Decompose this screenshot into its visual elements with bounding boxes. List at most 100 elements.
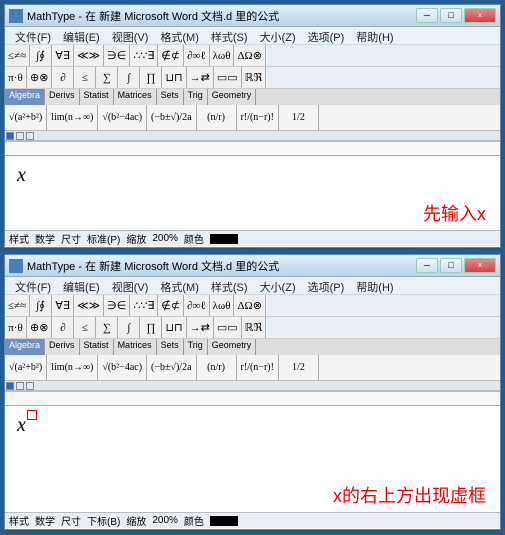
menu-format[interactable]: 格式(M) (154, 277, 205, 294)
sym-greek-u[interactable]: ΔΩ⊗ (234, 45, 265, 66)
tmpl-fact[interactable]: r!/(n−r)! (237, 355, 279, 380)
sym-relations[interactable]: ≤≠≈ (5, 45, 30, 66)
tmpl-prod[interactable]: ∏ (140, 317, 162, 338)
sym-calc[interactable]: ∂∞ℓ (184, 295, 210, 316)
tab-matrices[interactable]: Matrices (114, 89, 157, 105)
close-button[interactable]: × (464, 8, 496, 23)
color-swatch[interactable] (16, 132, 24, 140)
menu-edit[interactable]: 编辑(E) (57, 27, 106, 44)
tab-sets[interactable]: Sets (157, 339, 184, 355)
tab-algebra[interactable]: Algebra (5, 89, 45, 105)
menu-help[interactable]: 帮助(H) (350, 27, 399, 44)
tmpl-half[interactable]: 1/2 (279, 355, 319, 380)
tmpl-sub[interactable]: ∂ (52, 67, 74, 88)
tmpl-frac[interactable]: ⊕⊗ (27, 67, 52, 88)
tmpl-sets[interactable]: ℝℜ (242, 67, 267, 88)
tmpl-fence[interactable]: π·θ (5, 67, 27, 88)
tmpl-arrow[interactable]: →⇄ (187, 317, 214, 338)
titlebar[interactable]: MathType - 在 新建 Microsoft Word 文档.d 里的公式… (5, 255, 500, 277)
sym-therefore[interactable]: ∴∵∃ (130, 295, 158, 316)
color-swatch[interactable] (16, 382, 24, 390)
tab-algebra[interactable]: Algebra (5, 339, 45, 355)
tmpl-sum[interactable]: ∑ (96, 317, 118, 338)
color-swatch[interactable] (6, 132, 14, 140)
tmpl-quad[interactable]: (−b±√)/2a (147, 355, 197, 380)
sym-greek-l[interactable]: λωθ (210, 295, 235, 316)
tab-trig[interactable]: Trig (184, 89, 208, 105)
menu-options[interactable]: 选项(P) (302, 277, 351, 294)
tmpl-bar[interactable]: ⊔⊓ (162, 317, 186, 338)
tab-derivs[interactable]: Derivs (45, 89, 80, 105)
tmpl-sqrt[interactable]: √(a²+b²) (5, 355, 47, 380)
sym-relations[interactable]: ≤≠≈ (5, 295, 30, 316)
sym-logic[interactable]: ∀∃ (52, 295, 74, 316)
tmpl-arrow[interactable]: →⇄ (187, 67, 214, 88)
tmpl-lim[interactable]: lim(n→∞) (47, 355, 98, 380)
tmpl-sub[interactable]: ∂ (52, 317, 74, 338)
menu-style[interactable]: 样式(S) (205, 27, 254, 44)
sym-set[interactable]: ∋∈ (104, 295, 130, 316)
menu-style[interactable]: 样式(S) (205, 277, 254, 294)
menu-view[interactable]: 视图(V) (106, 277, 155, 294)
tmpl-int[interactable]: ∫ (118, 67, 140, 88)
sym-set[interactable]: ∋∈ (104, 45, 130, 66)
tab-statist[interactable]: Statist (80, 339, 114, 355)
tab-statist[interactable]: Statist (80, 89, 114, 105)
sym-logic[interactable]: ∀∃ (52, 45, 74, 66)
sym-therefore[interactable]: ∴∵∃ (130, 45, 158, 66)
tmpl-sqrt[interactable]: √(a²+b²) (5, 105, 47, 130)
menu-size[interactable]: 大小(Z) (254, 27, 302, 44)
color-swatch[interactable] (6, 382, 14, 390)
tmpl-fact[interactable]: r!/(n−r)! (237, 105, 279, 130)
menu-format[interactable]: 格式(M) (154, 27, 205, 44)
minimize-button[interactable]: ─ (416, 8, 438, 23)
sym-notset[interactable]: ∉⊄ (158, 45, 184, 66)
maximize-button[interactable]: □ (440, 8, 462, 23)
sym-greek-l[interactable]: λωθ (210, 45, 235, 66)
tmpl-binom[interactable]: (n/r) (197, 355, 237, 380)
sym-order[interactable]: ≪≫ (74, 295, 104, 316)
tab-matrices[interactable]: Matrices (114, 339, 157, 355)
menu-view[interactable]: 视图(V) (106, 27, 155, 44)
color-swatch[interactable] (26, 382, 34, 390)
menu-file[interactable]: 文件(F) (9, 277, 57, 294)
minimize-button[interactable]: ─ (416, 258, 438, 273)
color-swatch[interactable] (26, 132, 34, 140)
tab-geometry[interactable]: Geometry (208, 89, 257, 105)
tmpl-quad[interactable]: (−b±√)/2a (147, 105, 197, 130)
menu-size[interactable]: 大小(Z) (254, 277, 302, 294)
tmpl-disc[interactable]: √(b²−4ac) (98, 105, 147, 130)
equation-editor[interactable]: x 先输入x (5, 156, 500, 230)
tab-trig[interactable]: Trig (184, 339, 208, 355)
tab-sets[interactable]: Sets (157, 89, 184, 105)
tmpl-int[interactable]: ∫ (118, 317, 140, 338)
close-button[interactable]: × (464, 258, 496, 273)
sym-integral[interactable]: ∫∮ (30, 295, 52, 316)
tmpl-half[interactable]: 1/2 (279, 105, 319, 130)
sym-integral[interactable]: ∫∮ (30, 45, 52, 66)
sym-notset[interactable]: ∉⊄ (158, 295, 184, 316)
tmpl-frac[interactable]: ⊕⊗ (27, 317, 52, 338)
maximize-button[interactable]: □ (440, 258, 462, 273)
menu-help[interactable]: 帮助(H) (350, 277, 399, 294)
menu-edit[interactable]: 编辑(E) (57, 277, 106, 294)
tab-geometry[interactable]: Geometry (208, 339, 257, 355)
tmpl-binom[interactable]: (n/r) (197, 105, 237, 130)
tmpl-lim[interactable]: lim(n→∞) (47, 105, 98, 130)
tmpl-rel[interactable]: ≤ (74, 317, 96, 338)
menu-file[interactable]: 文件(F) (9, 27, 57, 44)
tmpl-disc[interactable]: √(b²−4ac) (98, 355, 147, 380)
tmpl-prod[interactable]: ∏ (140, 67, 162, 88)
tab-derivs[interactable]: Derivs (45, 339, 80, 355)
tmpl-sets[interactable]: ℝℜ (242, 317, 267, 338)
sym-calc[interactable]: ∂∞ℓ (184, 45, 210, 66)
tmpl-fence[interactable]: π·θ (5, 317, 27, 338)
tmpl-bar[interactable]: ⊔⊓ (162, 67, 186, 88)
sym-greek-u[interactable]: ΔΩ⊗ (234, 295, 265, 316)
menu-options[interactable]: 选项(P) (302, 27, 351, 44)
equation-editor[interactable]: x x的右上方出现虚框 (5, 406, 500, 512)
tmpl-matrix[interactable]: ▭▭ (214, 67, 242, 88)
sym-order[interactable]: ≪≫ (74, 45, 104, 66)
titlebar[interactable]: MathType - 在 新建 Microsoft Word 文档.d 里的公式… (5, 5, 500, 27)
tmpl-rel[interactable]: ≤ (74, 67, 96, 88)
